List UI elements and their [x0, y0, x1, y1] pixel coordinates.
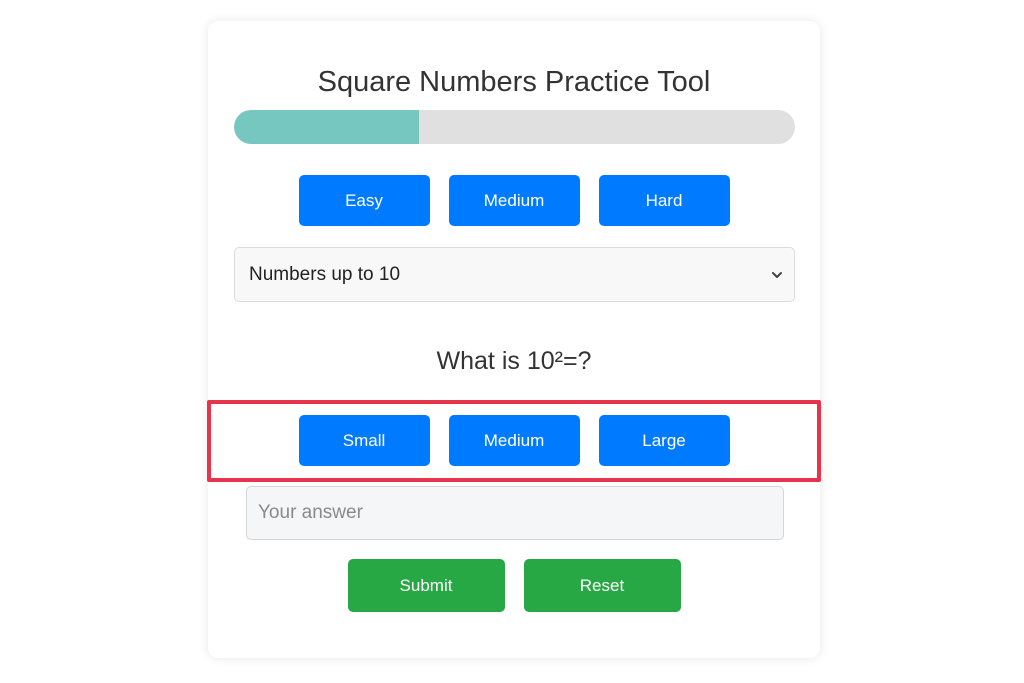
- easy-button[interactable]: Easy: [298, 175, 430, 226]
- progress-bar-fill: [234, 110, 420, 144]
- question-text: What is 10²=?: [436, 347, 592, 375]
- number-range-selected-value: Numbers up to 10: [249, 263, 401, 285]
- action-button-group: Submit Reset: [208, 559, 820, 612]
- small-button[interactable]: Small: [298, 415, 430, 466]
- page-title: Square Numbers Practice Tool: [317, 66, 711, 98]
- difficulty-button-group: Easy Medium Hard: [208, 175, 820, 226]
- hard-button[interactable]: Hard: [598, 175, 730, 226]
- chevron-down-icon: [772, 271, 782, 278]
- medium-size-button[interactable]: Medium: [448, 415, 580, 466]
- progress-bar: [234, 110, 795, 144]
- submit-button[interactable]: Submit: [347, 559, 505, 612]
- reset-button[interactable]: Reset: [523, 559, 681, 612]
- answer-input[interactable]: [246, 486, 784, 540]
- practice-card: Square Numbers Practice Tool Easy Medium…: [208, 21, 820, 658]
- medium-difficulty-button[interactable]: Medium: [448, 175, 580, 226]
- size-button-group: Small Medium Large: [208, 415, 820, 466]
- large-button[interactable]: Large: [598, 415, 730, 466]
- number-range-select[interactable]: Numbers up to 10: [234, 247, 795, 302]
